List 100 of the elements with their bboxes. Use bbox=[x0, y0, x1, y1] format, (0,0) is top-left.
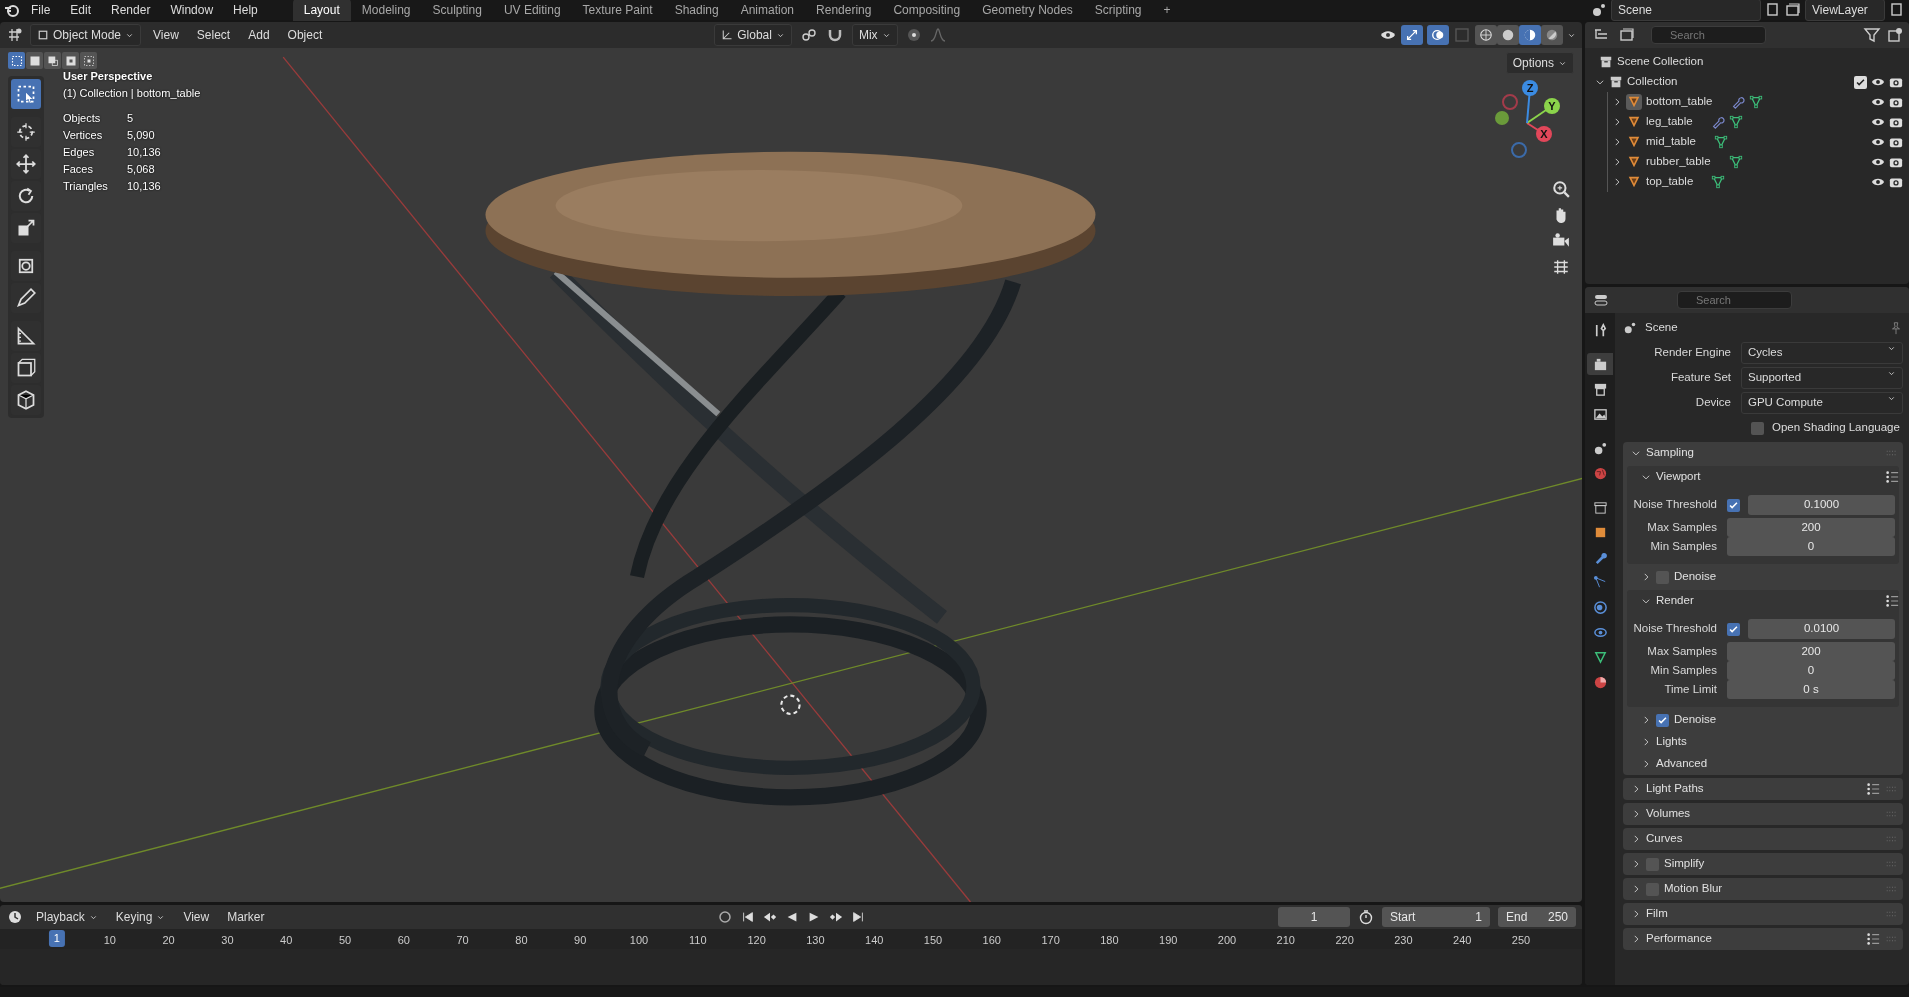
orientation-dropdown[interactable]: Global bbox=[714, 24, 792, 46]
menu-item[interactable]: Window bbox=[161, 1, 223, 19]
copy-icon[interactable] bbox=[1889, 2, 1905, 18]
panel-title[interactable]: Motion Blur bbox=[1664, 880, 1723, 898]
menu-item[interactable]: Select bbox=[190, 26, 237, 44]
menu-item[interactable]: View bbox=[177, 908, 216, 926]
number-field[interactable]: 0.0100 bbox=[1748, 619, 1895, 639]
panel-title[interactable]: Advanced bbox=[1656, 755, 1708, 773]
menu-item[interactable]: Playback bbox=[30, 908, 104, 926]
number-field[interactable]: 200 bbox=[1727, 641, 1895, 662]
workspace-tab[interactable]: Shading bbox=[663, 0, 730, 21]
image-stack-icon[interactable] bbox=[1785, 2, 1801, 18]
presets-icon[interactable] bbox=[1885, 594, 1899, 608]
falloff-curve-icon[interactable] bbox=[929, 27, 946, 43]
checkbox[interactable] bbox=[1727, 498, 1740, 512]
panel-title[interactable]: Denoise bbox=[1674, 711, 1717, 729]
mesh-data-icon[interactable] bbox=[1728, 155, 1743, 169]
shading-button[interactable] bbox=[1519, 25, 1541, 45]
number-field[interactable]: 200 bbox=[1727, 517, 1895, 538]
workspace-tab[interactable]: UV Editing bbox=[492, 0, 572, 21]
panel-title[interactable]: Render bbox=[1656, 592, 1694, 610]
selection-mode-button[interactable] bbox=[44, 52, 61, 69]
presets-icon[interactable] bbox=[1866, 932, 1880, 946]
axis-handle[interactable]: Z bbox=[1522, 80, 1538, 96]
tool-button[interactable] bbox=[11, 79, 41, 109]
panel-title[interactable]: Performance bbox=[1646, 930, 1712, 948]
shading-button[interactable] bbox=[1541, 25, 1563, 45]
number-field[interactable]: 0.1000 bbox=[1748, 495, 1895, 515]
search-field[interactable]: Search bbox=[1677, 291, 1792, 309]
mesh-data-icon[interactable] bbox=[1711, 175, 1726, 189]
selection-mode-button[interactable] bbox=[8, 52, 25, 69]
scene-icon[interactable] bbox=[1591, 2, 1607, 18]
next-keyframe-icon[interactable] bbox=[828, 910, 843, 924]
gizmo-toggle[interactable] bbox=[1401, 25, 1423, 45]
menu-item[interactable]: Object bbox=[281, 26, 329, 44]
wrench-icon[interactable] bbox=[1730, 95, 1745, 109]
proportional-edit-icon[interactable] bbox=[905, 27, 922, 43]
number-field[interactable]: 0 bbox=[1727, 536, 1895, 557]
selection-mode-button[interactable] bbox=[62, 52, 79, 69]
number-field[interactable]: 0 s bbox=[1727, 679, 1895, 700]
workspace-tab[interactable]: Texture Paint bbox=[571, 0, 664, 21]
dropdown[interactable]: Supported bbox=[1741, 367, 1903, 389]
mesh-data-icon[interactable] bbox=[1713, 135, 1728, 149]
add-workspace-button[interactable]: + bbox=[1152, 0, 1182, 21]
panel-title[interactable]: Volumes bbox=[1646, 805, 1691, 823]
shading-button[interactable] bbox=[1497, 25, 1519, 45]
start-frame-field[interactable]: Start 1 bbox=[1382, 907, 1490, 927]
selection-mode-button[interactable] bbox=[26, 52, 43, 69]
workspace-tab[interactable]: Geometry Nodes bbox=[971, 0, 1084, 21]
workspace-tab[interactable]: Animation bbox=[729, 0, 806, 21]
workspace-tab[interactable]: Rendering bbox=[805, 0, 883, 21]
workspace-tab[interactable]: Compositing bbox=[882, 0, 972, 21]
editor-type-icon[interactable] bbox=[6, 27, 24, 43]
menu-item[interactable]: Marker bbox=[221, 908, 271, 926]
menu-item[interactable]: Keying bbox=[109, 908, 172, 926]
panel-title[interactable]: Curves bbox=[1646, 830, 1683, 848]
options-dropdown[interactable]: Options bbox=[1505, 52, 1574, 74]
clock-icon[interactable] bbox=[6, 909, 24, 925]
axis-handle[interactable] bbox=[1495, 111, 1509, 125]
tree-item[interactable]: top_table bbox=[1646, 173, 1694, 191]
panel-title[interactable]: Light Paths bbox=[1646, 780, 1704, 798]
scene-selector[interactable]: Scene bbox=[1611, 0, 1761, 21]
tree-item[interactable]: rubber_table bbox=[1646, 153, 1711, 171]
checkbox[interactable] bbox=[1727, 622, 1740, 636]
axis-handle[interactable]: Y bbox=[1544, 98, 1560, 114]
axis-handle[interactable] bbox=[1502, 94, 1518, 110]
properties-tab[interactable] bbox=[1587, 353, 1613, 375]
stopwatch-icon[interactable] bbox=[1358, 909, 1374, 925]
menu-item[interactable]: View bbox=[147, 26, 185, 44]
dropdown[interactable]: Cycles bbox=[1741, 342, 1903, 364]
tree-item[interactable]: mid_table bbox=[1646, 133, 1696, 151]
snap-dropdown[interactable]: Mix bbox=[851, 24, 898, 46]
current-frame-field[interactable]: 1 bbox=[1278, 907, 1350, 927]
axis-handle[interactable] bbox=[1511, 142, 1527, 158]
search-field[interactable]: Search bbox=[1651, 26, 1766, 44]
playhead[interactable]: 1 bbox=[48, 930, 65, 947]
image-stack-icon[interactable] bbox=[1617, 27, 1637, 43]
mode-dropdown[interactable]: Object Mode bbox=[30, 24, 142, 46]
record-icon[interactable] bbox=[716, 909, 733, 925]
presets-icon[interactable] bbox=[1866, 782, 1880, 796]
menu-item[interactable]: Render bbox=[102, 1, 160, 19]
dropdown[interactable]: GPU Compute bbox=[1741, 392, 1903, 414]
tree-item[interactable]: Scene Collection bbox=[1617, 53, 1704, 71]
workspace-tab[interactable]: Modeling bbox=[350, 0, 422, 21]
wrench-icon[interactable] bbox=[1710, 115, 1725, 129]
presets-icon[interactable] bbox=[1885, 470, 1899, 484]
end-frame-field[interactable]: End 250 bbox=[1498, 907, 1576, 927]
zoom-icon[interactable] bbox=[1552, 180, 1570, 198]
shading-button[interactable] bbox=[1475, 25, 1497, 45]
pivot-icon[interactable] bbox=[799, 27, 818, 43]
editor-type-icon[interactable] bbox=[1591, 292, 1611, 308]
menu-item[interactable]: Help bbox=[224, 1, 267, 19]
selection-mode-button[interactable] bbox=[80, 52, 97, 69]
menu-item[interactable]: Edit bbox=[61, 1, 101, 19]
menu-item[interactable]: File bbox=[22, 1, 60, 19]
overlay-toggle[interactable] bbox=[1427, 25, 1449, 45]
pin-icon[interactable] bbox=[1889, 321, 1903, 335]
jump-end-icon[interactable] bbox=[850, 910, 865, 924]
panel-title[interactable]: Denoise bbox=[1674, 568, 1717, 586]
checkbox[interactable] bbox=[1751, 421, 1764, 435]
